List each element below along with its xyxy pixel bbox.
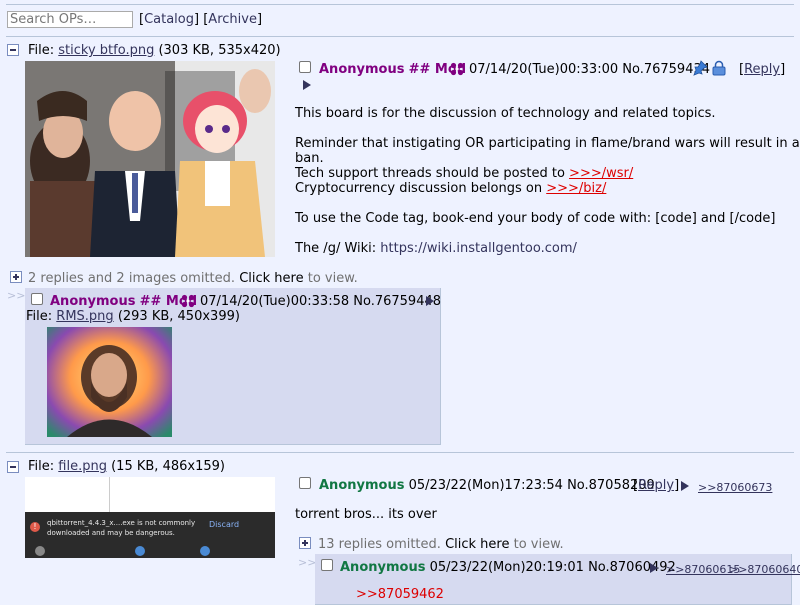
taskbar-icon	[200, 546, 210, 556]
op-comment-line-7: The /g/ Wiki: https://wiki.installgentoo…	[295, 241, 577, 256]
to-view-text: to view.	[513, 537, 564, 552]
op-file-info-2: File: file.png (15 KB, 486x159)	[28, 459, 225, 474]
post-menu-icon[interactable]	[650, 563, 658, 573]
op-name: Anonymous	[319, 62, 405, 77]
catalog-link[interactable]: Catalog	[144, 12, 194, 27]
file-label: File:	[28, 43, 55, 58]
wsr-text: Tech support threads should be posted to	[295, 166, 570, 181]
op-reply-link[interactable]: Reply	[744, 62, 780, 77]
op-comment-line-2: Reminder that instigating OR participati…	[295, 136, 800, 151]
reply-file-link[interactable]: RMS.png	[56, 309, 113, 324]
op2-file-link[interactable]: file.png	[58, 459, 107, 474]
reply2-select-checkbox[interactable]	[321, 559, 333, 571]
op-comment-line-6: To use the Code tag, book-end your body …	[295, 211, 776, 226]
post-menu-icon[interactable]	[681, 481, 689, 491]
search-input[interactable]	[7, 11, 133, 28]
omitted-info: 2 replies and 2 images omitted. Click he…	[28, 271, 358, 286]
op2-select-checkbox[interactable]	[299, 477, 311, 489]
to-view-text: to view.	[307, 271, 358, 286]
reply2-post-number[interactable]: No.87060492	[588, 560, 676, 575]
reply-meta: 07/14/20(Tue)00:33:58 No.76759448	[200, 294, 441, 309]
board-nav: [Catalog] [Archive]	[139, 12, 263, 27]
post-menu-icon[interactable]	[303, 80, 311, 90]
reply2-name: Anonymous	[340, 560, 426, 575]
omitted-text: 2 replies and 2 images omitted.	[28, 271, 236, 286]
reply-file-meta: (293 KB, 450x399)	[117, 309, 240, 324]
hide-thread-toggle[interactable]	[7, 461, 19, 473]
taskbar-icon	[35, 546, 45, 556]
op-file-meta: (303 KB, 535x420)	[158, 43, 281, 58]
side-arrows: >>	[7, 289, 26, 302]
taskbar-icon	[135, 546, 145, 556]
op-file-link[interactable]: sticky btfo.png	[58, 43, 154, 58]
mod-icon	[450, 62, 464, 76]
expand-thread-toggle[interactable]	[10, 271, 22, 283]
op-select-checkbox[interactable]	[299, 61, 311, 73]
reply-image[interactable]	[47, 327, 172, 437]
op-comment-line-5: Cryptocurrency discussion belongs on >>>…	[295, 181, 606, 196]
op2-comment: torrent bros... its over	[295, 507, 437, 522]
op2-backlink[interactable]: >>87060673	[698, 481, 772, 494]
biz-board-link[interactable]: >>>/biz/	[546, 181, 606, 196]
reply-post-2: Anonymous 05/23/22(Mon)20:19:01 No.87060…	[315, 554, 800, 605]
post-menu-icon[interactable]	[426, 296, 434, 306]
op-header: Anonymous ## Mod	[319, 62, 466, 77]
archive-link[interactable]: Archive	[208, 12, 257, 27]
download-warning-bar: ! qbittorrent_4.4.3_x....exe is not comm…	[25, 512, 275, 558]
reply-post: Anonymous ## Mod 07/14/20(Tue)00:33:58 N…	[25, 288, 441, 445]
reply2-header: Anonymous 05/23/22(Mon)20:19:01 No.87060…	[340, 560, 676, 575]
reply-image-drawing	[47, 327, 172, 437]
op2-file-meta: (15 KB, 486x159)	[111, 459, 225, 474]
file-label: File:	[28, 459, 55, 474]
side-arrows: >>	[298, 556, 317, 569]
op-image-drawing	[25, 61, 275, 257]
omitted-text: 13 replies omitted.	[318, 537, 441, 552]
op2-header: Anonymous 05/23/22(Mon)17:23:54 No.87058…	[319, 478, 655, 493]
omitted-info-2: 13 replies omitted. Click here to view.	[318, 537, 564, 552]
op-datetime: 07/14/20(Tue)00:33:00	[469, 62, 619, 77]
wiki-link[interactable]: https://wiki.installgentoo.com/	[380, 241, 577, 256]
reply2-backlink-2[interactable]: >>87060640	[729, 563, 800, 576]
reply-header: Anonymous ## Mod	[50, 294, 197, 309]
closed-lock-icon	[712, 60, 726, 76]
warning-icon: !	[30, 522, 40, 532]
op2-reply-link[interactable]: Reply	[638, 478, 674, 493]
reply2-datetime: 05/23/22(Mon)20:19:01	[429, 560, 584, 575]
download-warning-text: qbittorrent_4.4.3_x....exe is not common…	[47, 519, 196, 537]
op-image[interactable]	[25, 61, 275, 257]
thumb-top-area	[25, 477, 275, 513]
op-meta: 07/14/20(Tue)00:33:00 No.76759434	[469, 62, 710, 77]
biz-text: Cryptocurrency discussion belongs on	[295, 181, 547, 196]
top-divider-2	[6, 36, 794, 37]
wiki-text: The /g/ Wiki:	[295, 241, 381, 256]
op2-reply-bracket: [Reply]	[633, 478, 680, 493]
top-divider	[6, 4, 794, 5]
op2-image[interactable]: ! qbittorrent_4.4.3_x....exe is not comm…	[25, 477, 275, 558]
mod-icon	[181, 294, 195, 308]
op2-name: Anonymous	[319, 478, 405, 493]
op-comment-line-4: Tech support threads should be posted to…	[295, 166, 633, 181]
click-here-link[interactable]: Click here	[239, 271, 303, 286]
op-comment-line-3: ban.	[295, 151, 324, 166]
discard-button: Discard	[209, 520, 240, 529]
op-reply-bracket: [Reply]	[739, 62, 786, 77]
sticky-pin-icon	[693, 60, 708, 76]
click-here-link[interactable]: Click here	[445, 537, 509, 552]
thumb-divider	[109, 477, 110, 512]
op-file-info: File: sticky btfo.png (303 KB, 535x420)	[28, 43, 281, 58]
op-comment-line-1: This board is for the discussion of tech…	[295, 106, 716, 121]
expand-thread-toggle[interactable]	[299, 537, 311, 549]
reply-name: Anonymous	[50, 294, 136, 309]
op2-datetime: 05/23/22(Mon)17:23:54	[408, 478, 563, 493]
thread-divider	[6, 452, 794, 453]
hide-thread-toggle[interactable]	[7, 44, 19, 56]
reply-select-checkbox[interactable]	[31, 293, 43, 305]
reply-file-info: File: RMS.png (293 KB, 450x399)	[26, 309, 240, 324]
wsr-board-link[interactable]: >>>/wsr/	[569, 166, 633, 181]
reply-datetime: 07/14/20(Tue)00:33:58	[200, 294, 350, 309]
file-label: File:	[26, 309, 53, 324]
